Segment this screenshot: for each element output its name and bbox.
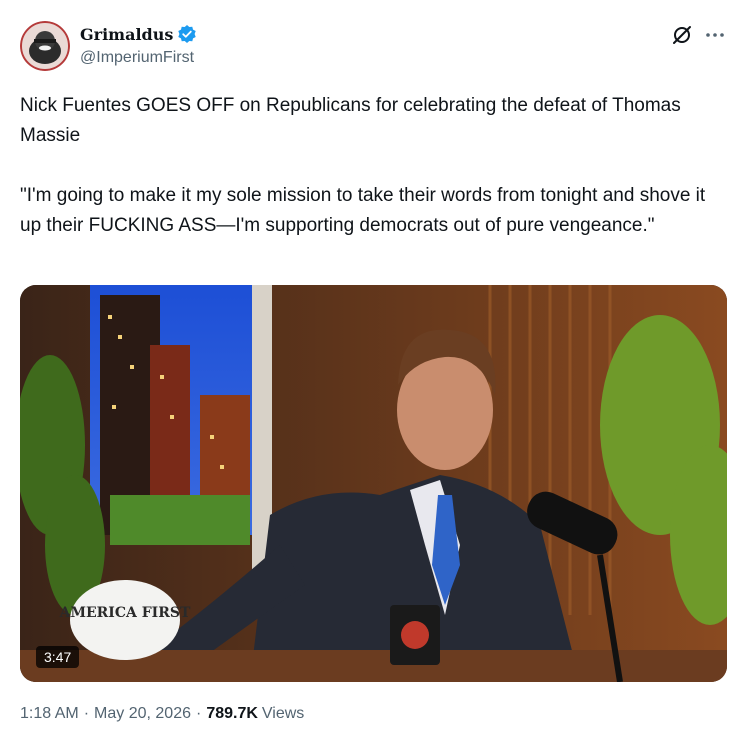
tweet-meta: 1:18 AM · May 20, 2026 · 789.7K Views — [20, 705, 304, 723]
grok-icon[interactable] — [671, 24, 693, 46]
views-count: 789.7K — [206, 705, 258, 722]
tweet-text: Nick Fuentes GOES OFF on Republicans for… — [20, 95, 706, 236]
tweet-date[interactable]: May 20, 2026 — [94, 705, 191, 723]
video-duration: 3:47 — [36, 646, 80, 668]
more-icon[interactable] — [704, 24, 726, 46]
handle[interactable]: @ImperiumFirst — [80, 49, 194, 67]
views-label: Views — [261, 705, 305, 722]
meta-separator: · — [83, 705, 90, 722]
video-thumbnail: AMERICA FIRST — [20, 285, 727, 682]
meta-separator: · — [195, 705, 202, 722]
video-player[interactable]: AMERICA FIRST 3:47 — [20, 285, 727, 682]
avatar[interactable] — [20, 21, 70, 71]
display-name[interactable]: Grimaldus — [80, 25, 173, 44]
tweet-time[interactable]: 1:18 AM — [20, 705, 79, 723]
hat-text: AMERICA FIRST — [59, 605, 191, 621]
verified-badge-icon — [177, 24, 197, 44]
